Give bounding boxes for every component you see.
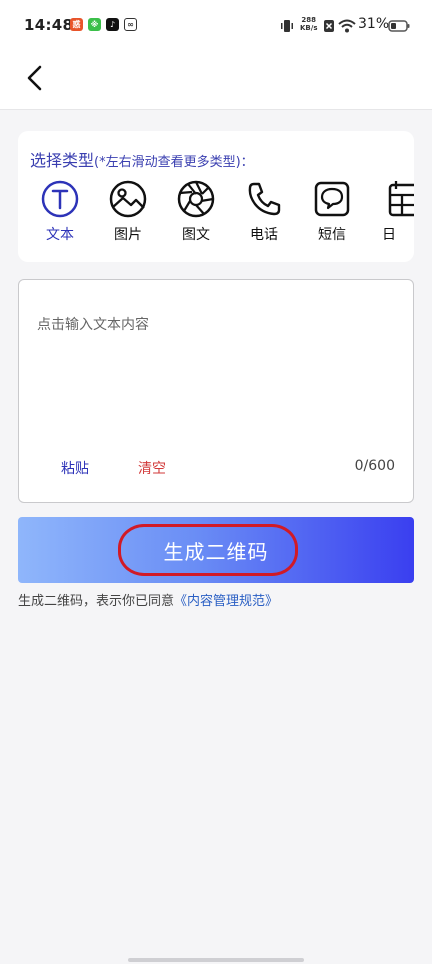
back-button[interactable] bbox=[18, 60, 52, 96]
type-item-calendar[interactable]: 日 bbox=[372, 179, 414, 249]
battery-percent: 31% bbox=[358, 16, 390, 32]
message-icon bbox=[314, 181, 350, 217]
aperture-icon bbox=[177, 180, 215, 218]
clear-button[interactable]: 清空 bbox=[138, 458, 166, 478]
agreement-text: 生成二维码，表示你已同意 bbox=[18, 594, 175, 609]
type-label-image: 图片 bbox=[114, 227, 142, 243]
no-sim-icon bbox=[324, 20, 334, 32]
image-icon bbox=[109, 180, 147, 218]
wifi-icon bbox=[338, 19, 356, 33]
type-label-sms: 短信 bbox=[318, 227, 346, 243]
content-policy-link[interactable]: 《内容管理规范》 bbox=[174, 594, 278, 609]
phone-icon bbox=[248, 182, 281, 216]
paste-button[interactable]: 粘贴 bbox=[61, 458, 89, 478]
type-item-sms[interactable]: 短信 bbox=[304, 179, 360, 249]
type-label-image-text: 图文 bbox=[182, 227, 210, 243]
chevron-left-icon bbox=[27, 65, 42, 91]
status-bar: 14:48 惑 ※ ♪ ∞ 288 KB/s 31% bbox=[0, 0, 432, 52]
generate-button-label: 生成二维码 bbox=[163, 539, 269, 564]
notification-app-icon: 惑 bbox=[70, 18, 83, 31]
text-t-icon bbox=[41, 180, 79, 218]
notification-app-icon: ※ bbox=[88, 18, 101, 31]
type-list[interactable]: 文本 图片 图文 电话 短信 日 bbox=[18, 179, 414, 249]
home-indicator[interactable] bbox=[128, 958, 304, 962]
agreement-notice: 生成二维码，表示你已同意《内容管理规范》 bbox=[18, 590, 278, 609]
generate-qrcode-button[interactable]: 生成二维码 bbox=[18, 517, 414, 583]
battery-icon bbox=[388, 20, 410, 32]
type-selector-card: 选择类型(*左右滑动查看更多类型)： 文本 图片 图文 电话 短信 日 bbox=[18, 131, 414, 262]
vibrate-icon bbox=[281, 20, 293, 32]
type-title-text: 选择类型 bbox=[30, 151, 95, 170]
type-item-image-text[interactable]: 图文 bbox=[168, 179, 224, 249]
net-speed: 288 KB/s bbox=[300, 16, 318, 32]
type-selector-title: 选择类型(*左右滑动查看更多类型)： bbox=[30, 147, 254, 171]
type-title-hint: (*左右滑动查看更多类型)： bbox=[94, 155, 254, 170]
type-label-text: 文本 bbox=[46, 227, 74, 243]
type-label-phone: 电话 bbox=[250, 227, 278, 243]
character-counter: 0/600 bbox=[354, 458, 395, 474]
tiktok-icon: ♪ bbox=[106, 18, 119, 31]
nav-bar bbox=[0, 52, 432, 110]
text-content-input[interactable] bbox=[37, 314, 397, 434]
link-app-icon: ∞ bbox=[124, 18, 137, 31]
calendar-icon bbox=[388, 181, 414, 217]
status-time: 14:48 bbox=[24, 16, 74, 34]
type-item-text[interactable]: 文本 bbox=[32, 179, 88, 249]
type-item-phone[interactable]: 电话 bbox=[236, 179, 292, 249]
text-input-card: 粘贴 清空 0/600 bbox=[18, 279, 414, 503]
type-item-image[interactable]: 图片 bbox=[100, 179, 156, 249]
type-label-calendar: 日 bbox=[382, 227, 396, 243]
